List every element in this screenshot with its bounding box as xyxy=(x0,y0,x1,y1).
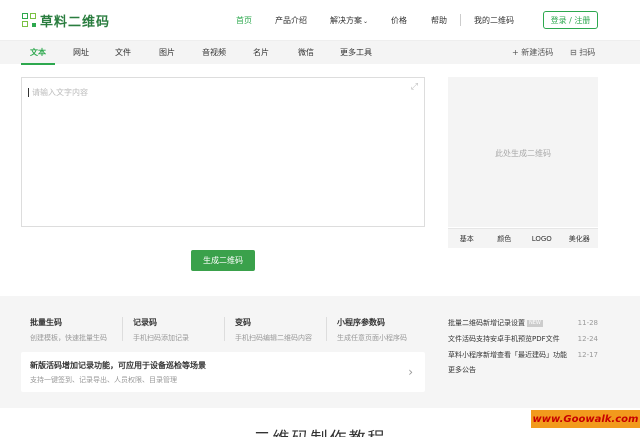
login-register-button[interactable]: 登录 / 注册 xyxy=(543,11,598,29)
feature-title: 记录码 xyxy=(133,318,157,327)
announcement-list: 批量二维码新增记录设置 NEW 11-28 文件活码支持安卓手机预览PDF文件 1… xyxy=(448,315,598,375)
nav-item-pricing[interactable]: 价格 xyxy=(391,15,407,26)
announcement-date: 11-28 xyxy=(577,319,598,327)
announcement-text: 文件活码支持安卓手机预览PDF文件 xyxy=(448,335,560,343)
nav-item-solutions-label: 解决方案 xyxy=(330,15,362,25)
qr-tab-color[interactable]: 颜色 xyxy=(486,229,524,248)
banner-title: 新版活码增加记录功能，可应用于设备巡检等场景 xyxy=(30,361,206,370)
feature-divider xyxy=(326,317,327,341)
qr-preview-panel: 此处生成二维码 xyxy=(448,77,598,227)
announcement-item[interactable]: 草料小程序新增查看「最近建码」功能 12-17 xyxy=(448,347,598,363)
feature-desc: 手机扫码编辑二维码内容 xyxy=(235,334,312,342)
main-nav: 首页 产品介绍 解决方案⌄ 价格 帮助 我的二维码 xyxy=(236,0,514,40)
announcement-date: 12-24 xyxy=(577,335,598,343)
feature-variable-code[interactable]: 变码 手机扫码编辑二维码内容 xyxy=(235,317,312,343)
nav-item-solutions[interactable]: 解决方案⌄ xyxy=(330,15,368,26)
tab-business-card[interactable]: 名片 xyxy=(244,41,278,65)
feature-record-code[interactable]: 记录码 手机扫码添加记录 xyxy=(133,317,189,343)
tab-image[interactable]: 图片 xyxy=(150,41,184,65)
tab-file[interactable]: 文件 xyxy=(106,41,140,65)
feature-title: 批量生码 xyxy=(30,318,62,327)
promo-banner[interactable]: 新版活码增加记录功能，可应用于设备巡检等场景 支持一键签到、记录导出、人员权限、… xyxy=(21,352,425,392)
announcement-item[interactable]: 批量二维码新增记录设置 NEW 11-28 xyxy=(448,315,598,331)
text-input-placeholder: 请输入文字内容 xyxy=(32,88,88,97)
chevron-right-icon: › xyxy=(408,365,413,379)
generate-qr-button[interactable]: 生成二维码 xyxy=(191,250,255,271)
site-logo[interactable]: 草料二维码 xyxy=(22,11,110,30)
my-qr-link[interactable]: 我的二维码 xyxy=(474,15,514,26)
feature-desc: 手机扫码添加记录 xyxy=(133,334,189,342)
feature-divider xyxy=(122,317,123,341)
feature-title: 变码 xyxy=(235,318,251,327)
announcement-date: 12-17 xyxy=(577,351,598,359)
new-live-code-button[interactable]: + 新建活码 xyxy=(512,41,553,65)
announcement-item[interactable]: 文件活码支持安卓手机预览PDF文件 12-24 xyxy=(448,331,598,347)
announcement-text: 批量二维码新增记录设置 xyxy=(448,319,525,327)
qr-tab-beautifier[interactable]: 美化器 xyxy=(561,229,599,248)
banner-desc: 支持一键签到、记录导出、人员权限、目录管理 xyxy=(30,376,177,384)
expand-icon[interactable]: ⤢ xyxy=(411,82,418,92)
tab-url[interactable]: 网址 xyxy=(64,41,98,65)
tab-text[interactable]: 文本 xyxy=(21,41,55,65)
nav-divider xyxy=(460,14,462,26)
qr-tab-basic[interactable]: 基本 xyxy=(448,229,486,248)
tab-wechat[interactable]: 微信 xyxy=(289,41,323,65)
feature-desc: 生成任意页面小程序码 xyxy=(337,334,407,342)
tab-more-tools[interactable]: 更多工具 xyxy=(334,41,378,65)
feature-desc: 创建模板，快速批量生码 xyxy=(30,334,107,342)
qr-tab-logo[interactable]: LOGO xyxy=(523,229,561,248)
text-content-input[interactable]: 请输入文字内容 ⤢ xyxy=(21,77,425,227)
nav-item-home[interactable]: 首页 xyxy=(236,15,252,26)
tab-audio-video[interactable]: 音视频 xyxy=(195,41,233,65)
feature-title: 小程序参数码 xyxy=(337,318,385,327)
feature-miniprogram-code[interactable]: 小程序参数码 生成任意页面小程序码 xyxy=(337,317,407,343)
more-announcements-link[interactable]: 更多公告 xyxy=(448,365,598,375)
feature-divider xyxy=(224,317,225,341)
features-section: 批量生码 创建模板，快速批量生码 记录码 手机扫码添加记录 变码 手机扫码编辑二… xyxy=(0,296,640,408)
scan-button[interactable]: ⊟ 扫码 xyxy=(570,41,595,65)
announcement-text: 草料小程序新增查看「最近建码」功能 xyxy=(448,351,567,359)
watermark-text: www.Goowalk.com xyxy=(531,410,640,428)
logo-text: 草料二维码 xyxy=(40,14,111,30)
chevron-down-icon: ⌄ xyxy=(363,17,369,25)
qr-style-tabs: 基本 颜色 LOGO 美化器 xyxy=(448,228,598,248)
feature-batch-generate[interactable]: 批量生码 创建模板，快速批量生码 xyxy=(30,317,107,343)
nav-item-products[interactable]: 产品介绍 xyxy=(275,15,307,26)
text-caret xyxy=(28,88,29,97)
qr-preview-hint: 此处生成二维码 xyxy=(495,149,551,158)
nav-item-help[interactable]: 帮助 xyxy=(431,15,447,26)
top-header: 草料二维码 首页 产品介绍 解决方案⌄ 价格 帮助 我的二维码 登录 / 注册 xyxy=(0,0,640,40)
new-badge: NEW xyxy=(527,319,543,327)
type-tab-bar: 文本 网址 文件 图片 音视频 名片 微信 更多工具 + 新建活码 ⊟ 扫码 xyxy=(0,40,640,65)
qr-logo-icon xyxy=(22,13,36,27)
